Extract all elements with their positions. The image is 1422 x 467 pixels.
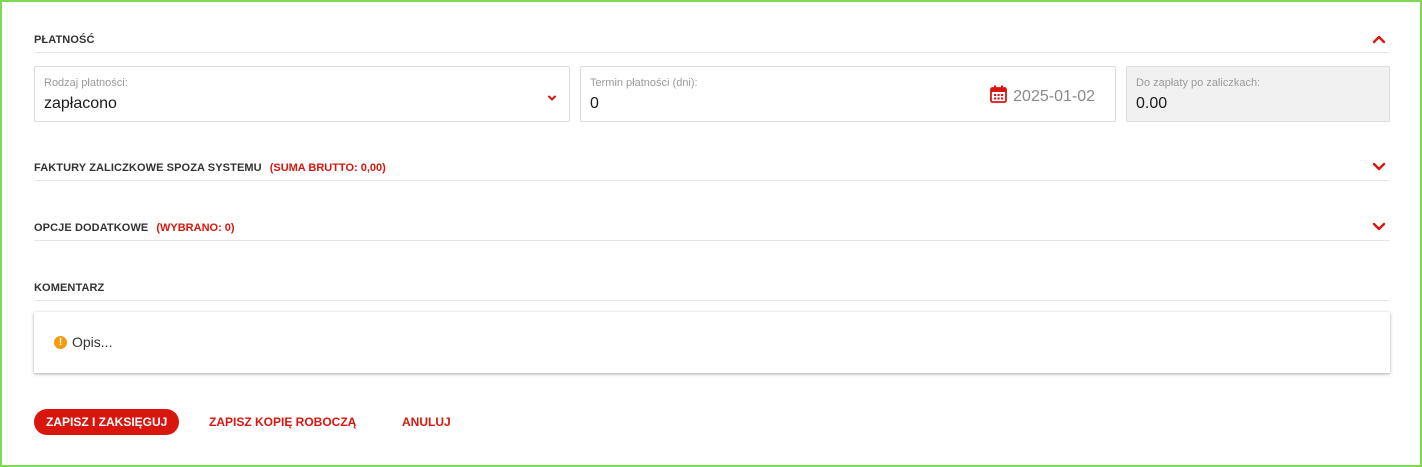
payment-section-title: PŁATNOŚĆ	[34, 33, 95, 46]
payment-term-field[interactable]: Termin płatności (dni): 0 2025-01-02	[580, 66, 1116, 122]
calendar-icon[interactable]	[990, 85, 1013, 108]
due-date[interactable]: 2025-01-02	[990, 85, 1095, 108]
comment-section-title: KOMENTARZ	[34, 281, 105, 294]
to-pay-value: 0.00	[1136, 95, 1168, 112]
payment-type-label: Rodzaj płatności:	[44, 77, 128, 89]
additional-options-count: (WYBRANO: 0)	[156, 221, 235, 234]
payment-type-value: zapłacono	[44, 95, 117, 112]
warning-icon: !	[54, 335, 67, 349]
chevron-down-icon[interactable]	[547, 90, 557, 101]
additional-options-title: OPCJE DODATKOWE	[34, 221, 149, 234]
comment-section-header: KOMENTARZ	[34, 275, 1390, 301]
chevron-up-icon[interactable]	[1372, 32, 1386, 46]
chevron-down-icon[interactable]	[1372, 160, 1386, 174]
to-pay-label: Do zapłaty po zaliczkach:	[1136, 77, 1261, 89]
payment-term-label: Termin płatności (dni):	[590, 77, 698, 89]
advance-invoices-section-header[interactable]: FAKTURY ZALICZKOWE SPOZA SYSTEMU (SUMA B…	[34, 155, 1390, 181]
advance-invoices-sum: (SUMA BRUTTO: 0,00)	[269, 161, 386, 174]
payment-section-header[interactable]: PŁATNOŚĆ	[34, 27, 1390, 53]
comment-textarea[interactable]: ! Opis...	[34, 312, 1390, 373]
advance-invoices-title: FAKTURY ZALICZKOWE SPOZA SYSTEMU	[34, 161, 262, 174]
additional-options-section-header[interactable]: OPCJE DODATKOWE (WYBRANO: 0)	[34, 215, 1390, 241]
due-date-value: 2025-01-02	[1013, 87, 1095, 105]
cancel-button[interactable]: ANULUJ	[402, 409, 451, 435]
payment-type-select[interactable]: Rodzaj płatności: zapłacono	[34, 66, 570, 122]
save-draft-button[interactable]: ZAPISZ KOPIĘ ROBOCZĄ	[209, 409, 356, 435]
save-and-post-button[interactable]: ZAPISZ I ZAKSIĘGUJ	[34, 409, 180, 435]
chevron-down-icon[interactable]	[1372, 220, 1386, 234]
payment-term-value: 0	[590, 95, 599, 112]
to-pay-field: Do zapłaty po zaliczkach: 0.00	[1126, 66, 1390, 122]
comment-placeholder: Opis...	[72, 334, 113, 350]
